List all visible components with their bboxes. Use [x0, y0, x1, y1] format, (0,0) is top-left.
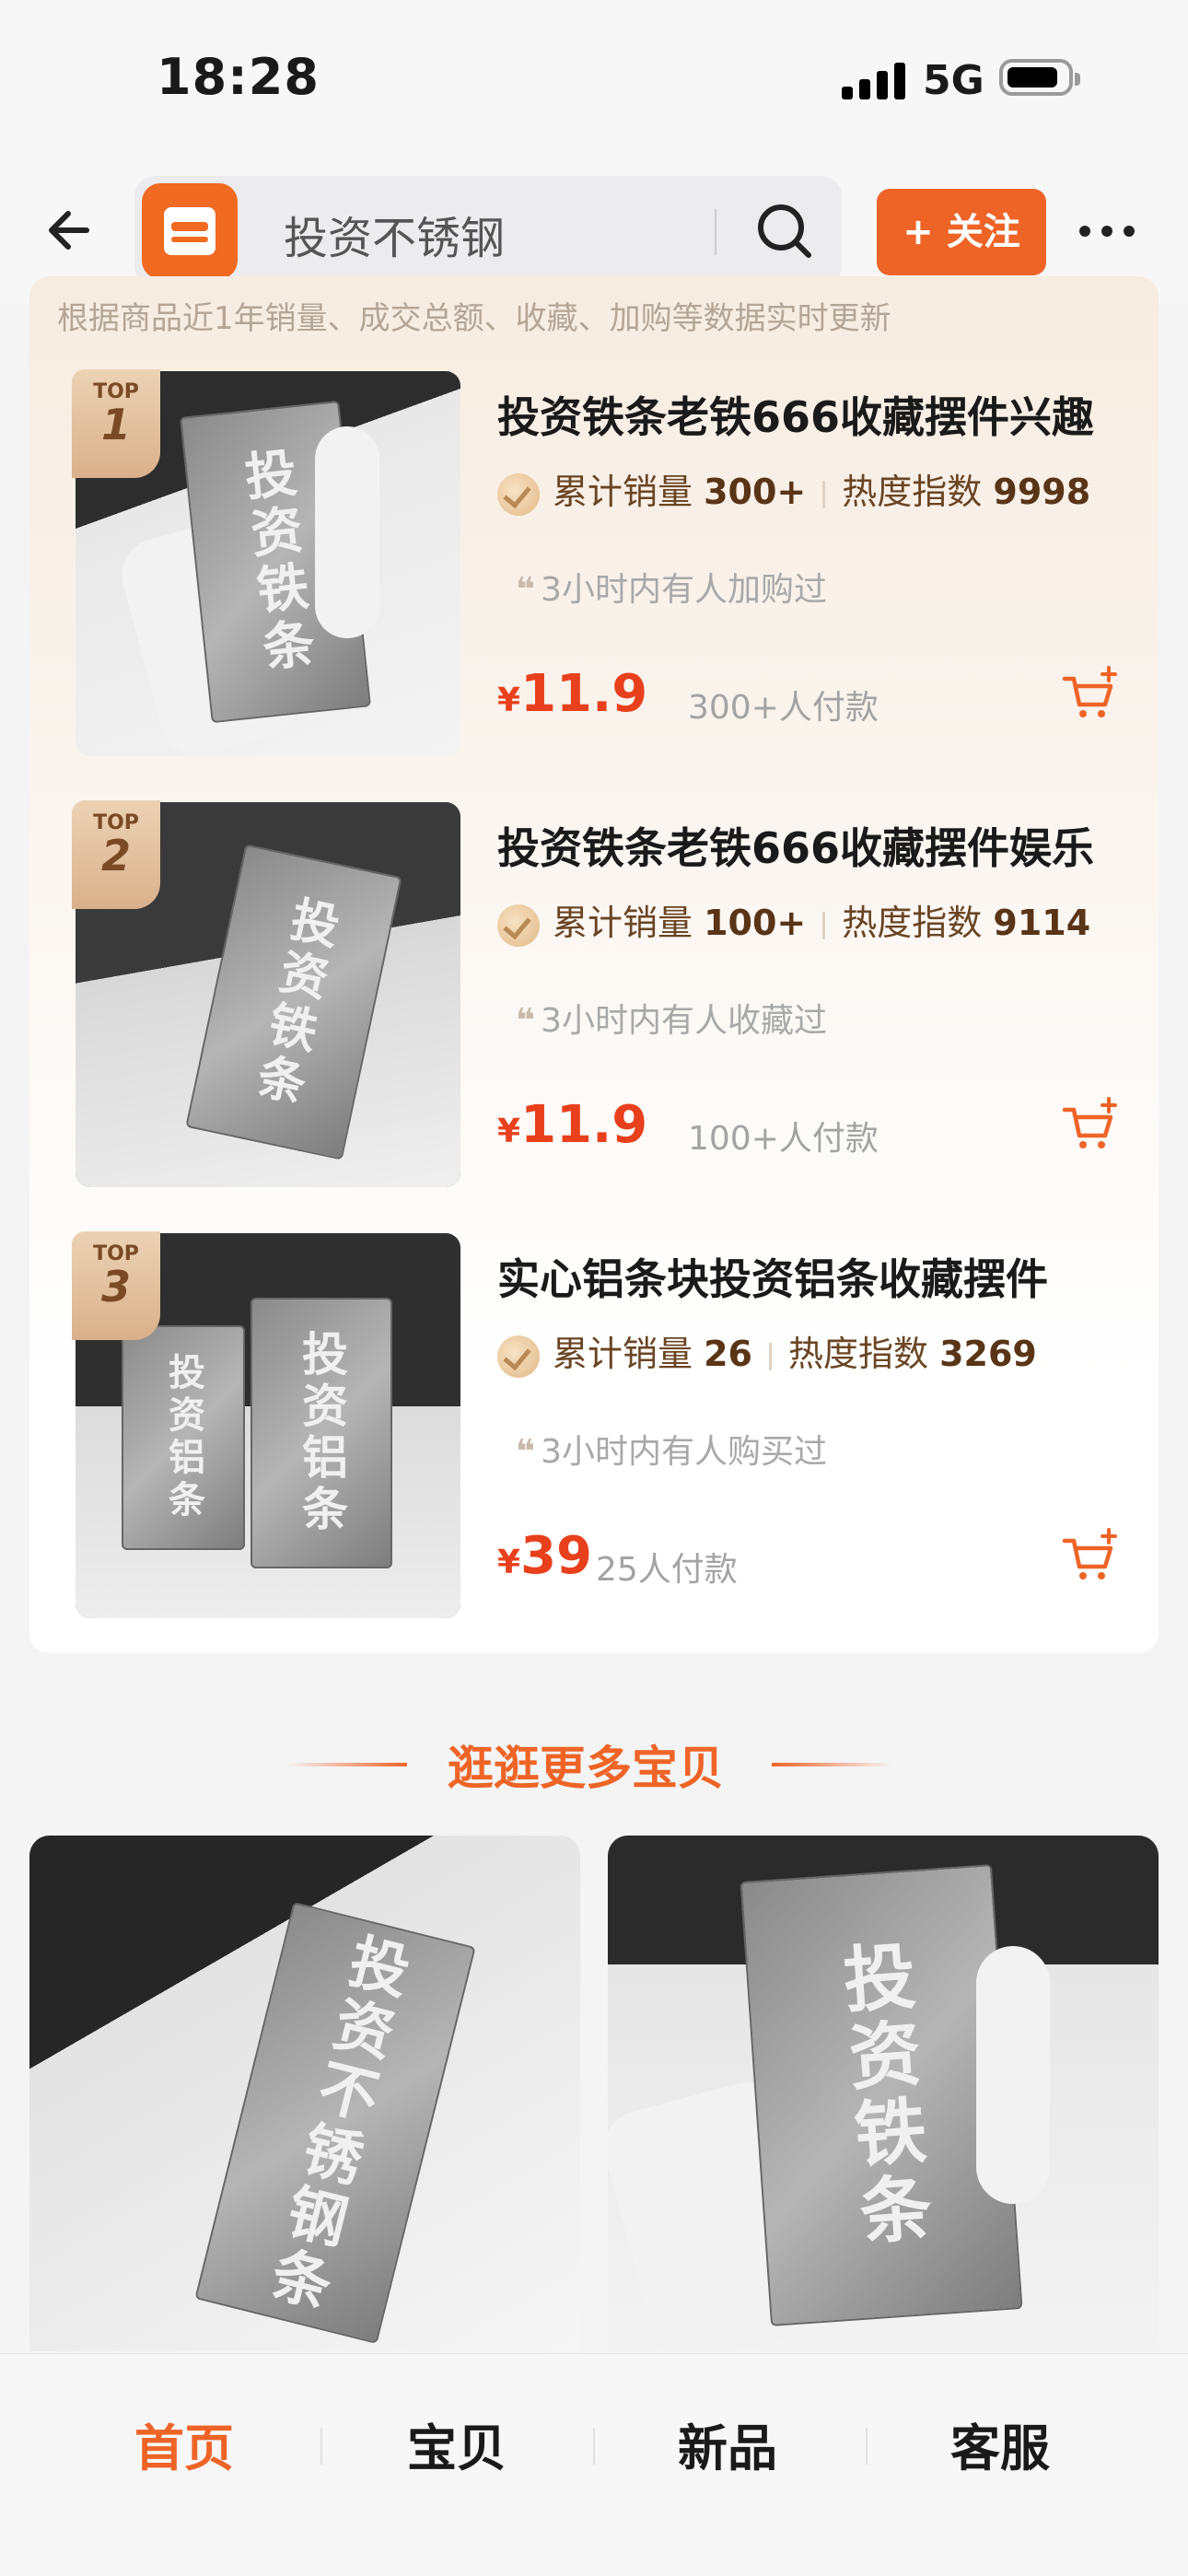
- thumb-engraving: 投资铁条: [829, 1938, 934, 2253]
- medal-icon: [497, 1335, 540, 1378]
- add-to-cart-icon[interactable]: [1061, 1528, 1120, 1587]
- tab-new-arrivals[interactable]: 新品: [635, 2407, 820, 2480]
- sales-value: 300+: [704, 472, 807, 512]
- activity-note: ❝ 3小时内有人加购过: [516, 563, 827, 611]
- product-metrics: 累计销量 300+ 热度指数 9998: [497, 463, 1090, 516]
- paid-count: 100+人付款: [688, 1120, 879, 1158]
- activity-text: 3小时内有人收藏过: [541, 1002, 828, 1040]
- sales-label: 累计销量: [553, 472, 693, 512]
- product-card[interactable]: 投资铁条: [608, 1836, 1159, 2351]
- activity-text: 3小时内有人购买过: [541, 1433, 828, 1471]
- ranking-item[interactable]: 投资铝条 投资铝条 TOP 3 实心铝条块投资铝条收藏摆件 累计销量 26 热度指…: [72, 1231, 1144, 1620]
- more-options-icon[interactable]: [1079, 226, 1135, 239]
- product-title[interactable]: 投资铁条老铁666收藏摆件兴趣: [497, 384, 1094, 445]
- medal-icon: [497, 472, 540, 516]
- thumb-engraving: 投资铝条: [295, 1330, 348, 1536]
- heat-label: 热度指数: [842, 472, 983, 512]
- more-section-header: 逛逛更多宝贝: [0, 1731, 1188, 1805]
- heat-label: 热度指数: [788, 1334, 929, 1374]
- product-title[interactable]: 投资铁条老铁666收藏摆件娱乐: [497, 815, 1094, 876]
- paid-count: 300+人付款: [688, 689, 879, 727]
- add-to-cart-icon[interactable]: [1061, 1097, 1120, 1156]
- status-bar: 18:28 5G: [0, 0, 1188, 161]
- search-divider: [715, 209, 716, 255]
- medal-icon: [497, 903, 540, 947]
- rank-badge: TOP 2: [72, 800, 160, 909]
- price-amount: 11.9: [520, 664, 648, 724]
- quote-icon: ❝: [516, 1433, 536, 1471]
- thumb-engraving: 投资不锈钢条: [255, 1927, 415, 2319]
- sales-label: 累计销量: [553, 1334, 693, 1374]
- activity-note: ❝ 3小时内有人收藏过: [516, 994, 827, 1042]
- activity-text: 3小时内有人加购过: [541, 571, 828, 609]
- price: ¥11.9: [497, 664, 647, 724]
- price-currency: ¥: [497, 1544, 521, 1581]
- tab-customer-service[interactable]: 客服: [908, 2407, 1092, 2480]
- tab-home[interactable]: 首页: [92, 2407, 276, 2480]
- ranking-item[interactable]: 投资铁条 TOP 1 投资铁条老铁666收藏摆件兴趣 累计销量 300+ 热度指数…: [72, 369, 1144, 758]
- follow-button[interactable]: + 关注: [877, 189, 1046, 275]
- sales-label: 累计销量: [553, 903, 693, 943]
- thumb-engraving: 投资铝条: [162, 1353, 204, 1522]
- product-card[interactable]: 投资不锈钢条: [29, 1836, 580, 2351]
- search-box[interactable]: 投资不锈钢: [134, 176, 842, 286]
- quote-icon: ❝: [516, 571, 536, 609]
- network-label: 5G: [923, 57, 984, 104]
- quote-icon: ❝: [516, 1002, 536, 1040]
- rank-badge-number: 2: [100, 831, 131, 880]
- price-amount: 11.9: [520, 1095, 648, 1155]
- search-icon[interactable]: [750, 196, 820, 266]
- paid-count: 25人付款: [596, 1551, 738, 1589]
- rank-badge-number: 1: [100, 400, 131, 449]
- search-input[interactable]: 投资不锈钢: [284, 202, 505, 266]
- store-icon[interactable]: [142, 183, 238, 279]
- heat-value: 3269: [939, 1334, 1037, 1374]
- status-time: 18:28: [157, 48, 320, 106]
- activity-note: ❝ 3小时内有人购买过: [516, 1425, 827, 1473]
- price-amount: 39: [520, 1526, 592, 1586]
- rank-badge-number: 3: [100, 1262, 131, 1311]
- price-currency: ¥: [497, 682, 521, 719]
- divider-line: [287, 1763, 407, 1766]
- product-metrics: 累计销量 26 热度指数 3269: [497, 1325, 1037, 1378]
- rank-badge: TOP 1: [72, 369, 160, 478]
- tab-products[interactable]: 宝贝: [365, 2407, 549, 2480]
- price-currency: ¥: [497, 1113, 521, 1150]
- price: ¥39: [497, 1526, 592, 1586]
- thumb-engraving: 投资铁条: [244, 892, 343, 1113]
- product-title[interactable]: 实心铝条块投资铝条收藏摆件: [497, 1246, 1048, 1307]
- rank-badge: TOP 3: [72, 1231, 160, 1340]
- ranking-item[interactable]: 投资铁条 TOP 2 投资铁条老铁666收藏摆件娱乐 累计销量 100+ 热度指数…: [72, 800, 1144, 1189]
- sales-value: 100+: [704, 903, 807, 943]
- heat-value: 9998: [993, 472, 1091, 512]
- signal-icon: [842, 59, 906, 99]
- tab-bar: 首页 宝贝 新品 客服: [0, 2353, 1188, 2576]
- product-metrics: 累计销量 100+ 热度指数 9114: [497, 894, 1090, 947]
- battery-icon: [999, 59, 1080, 96]
- ranking-note: 根据商品近1年销量、成交总额、收藏、加购等数据实时更新: [57, 300, 891, 337]
- sales-value: 26: [704, 1334, 752, 1374]
- add-to-cart-icon[interactable]: [1061, 666, 1120, 725]
- back-arrow-icon[interactable]: [41, 198, 105, 262]
- price: ¥11.9: [497, 1095, 647, 1155]
- more-section-title: 逛逛更多宝贝: [448, 1742, 724, 1795]
- divider-line: [772, 1763, 891, 1766]
- thumb-engraving: 投资铁条: [233, 445, 318, 679]
- heat-value: 9114: [993, 903, 1091, 943]
- heat-label: 热度指数: [842, 903, 983, 943]
